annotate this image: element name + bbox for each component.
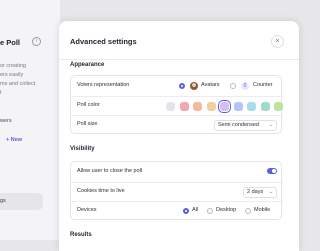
devices-desktop-radio[interactable] — [207, 208, 213, 214]
voters-representation-row: Voters representation Avatars 0 Counter — [77, 82, 273, 90]
poll-description: or creating ers easily ms and collect t — [0, 63, 36, 96]
section-visibility: Visibility — [70, 146, 95, 152]
chevron-down-icon: ⌄ — [268, 189, 273, 195]
poll-size-row: Poll size Semi condensed ⌄ — [71, 115, 283, 133]
appearance-card: Voters representation Avatars 0 Counter … — [70, 75, 283, 134]
devices-mobile-label: Mobile — [254, 207, 271, 213]
avatars-radio[interactable] — [179, 83, 185, 89]
color-swatch[interactable] — [220, 102, 229, 111]
color-swatch[interactable] — [233, 102, 243, 111]
allow-close-row: Allow user to close the poll — [71, 163, 283, 181]
sidebar-item-settings[interactable]: gs — [0, 193, 43, 210]
color-swatch[interactable] — [247, 102, 256, 111]
visibility-card: Allow user to close the poll Cookies tim… — [70, 161, 283, 220]
modal-title: Advanced settings — [70, 37, 137, 46]
color-swatch[interactable] — [193, 102, 202, 111]
devices-desktop-label: Desktop — [216, 207, 237, 213]
counter-icon: 0 — [241, 82, 249, 90]
devices-mobile-radio[interactable] — [245, 208, 251, 214]
section-appearance: Appearance — [70, 62, 105, 68]
devices-all-label: All — [192, 207, 199, 213]
devices-all-radio[interactable] — [183, 208, 189, 214]
color-swatch[interactable] — [166, 102, 175, 111]
answers-label: wers — [0, 118, 12, 124]
color-swatch[interactable] — [274, 102, 283, 111]
avatars-option-label: Avatars — [201, 82, 220, 88]
background-panel: e Poll i or creating ers easily ms and c… — [0, 0, 60, 240]
add-new-button[interactable]: + New — [6, 137, 22, 143]
poll-title: e Poll — [0, 38, 21, 47]
devices-row: Devices All Desktop Mobile — [71, 201, 283, 219]
counter-radio[interactable] — [230, 83, 236, 89]
allow-close-toggle[interactable] — [267, 168, 277, 174]
divider — [59, 59, 299, 60]
chevron-down-icon: ⌄ — [268, 122, 273, 128]
cookies-select[interactable]: 2 days ⌄ — [243, 187, 277, 198]
poll-size-select[interactable]: Semi condensed ⌄ — [214, 120, 277, 131]
color-swatch[interactable] — [260, 102, 270, 111]
counter-option-label: Counter — [253, 82, 273, 88]
advanced-settings-modal: Advanced settings × Appearance Voters re… — [59, 21, 299, 251]
info-icon[interactable]: i — [32, 37, 41, 46]
section-results: Results — [70, 232, 92, 238]
color-swatch[interactable] — [206, 102, 216, 111]
poll-color-row: Poll color — [71, 96, 283, 114]
avatar-icon — [190, 82, 198, 90]
close-icon[interactable]: × — [271, 35, 284, 48]
color-swatch[interactable] — [179, 102, 189, 111]
cookies-row: Cookies time to live 2 days ⌄ — [71, 182, 283, 200]
